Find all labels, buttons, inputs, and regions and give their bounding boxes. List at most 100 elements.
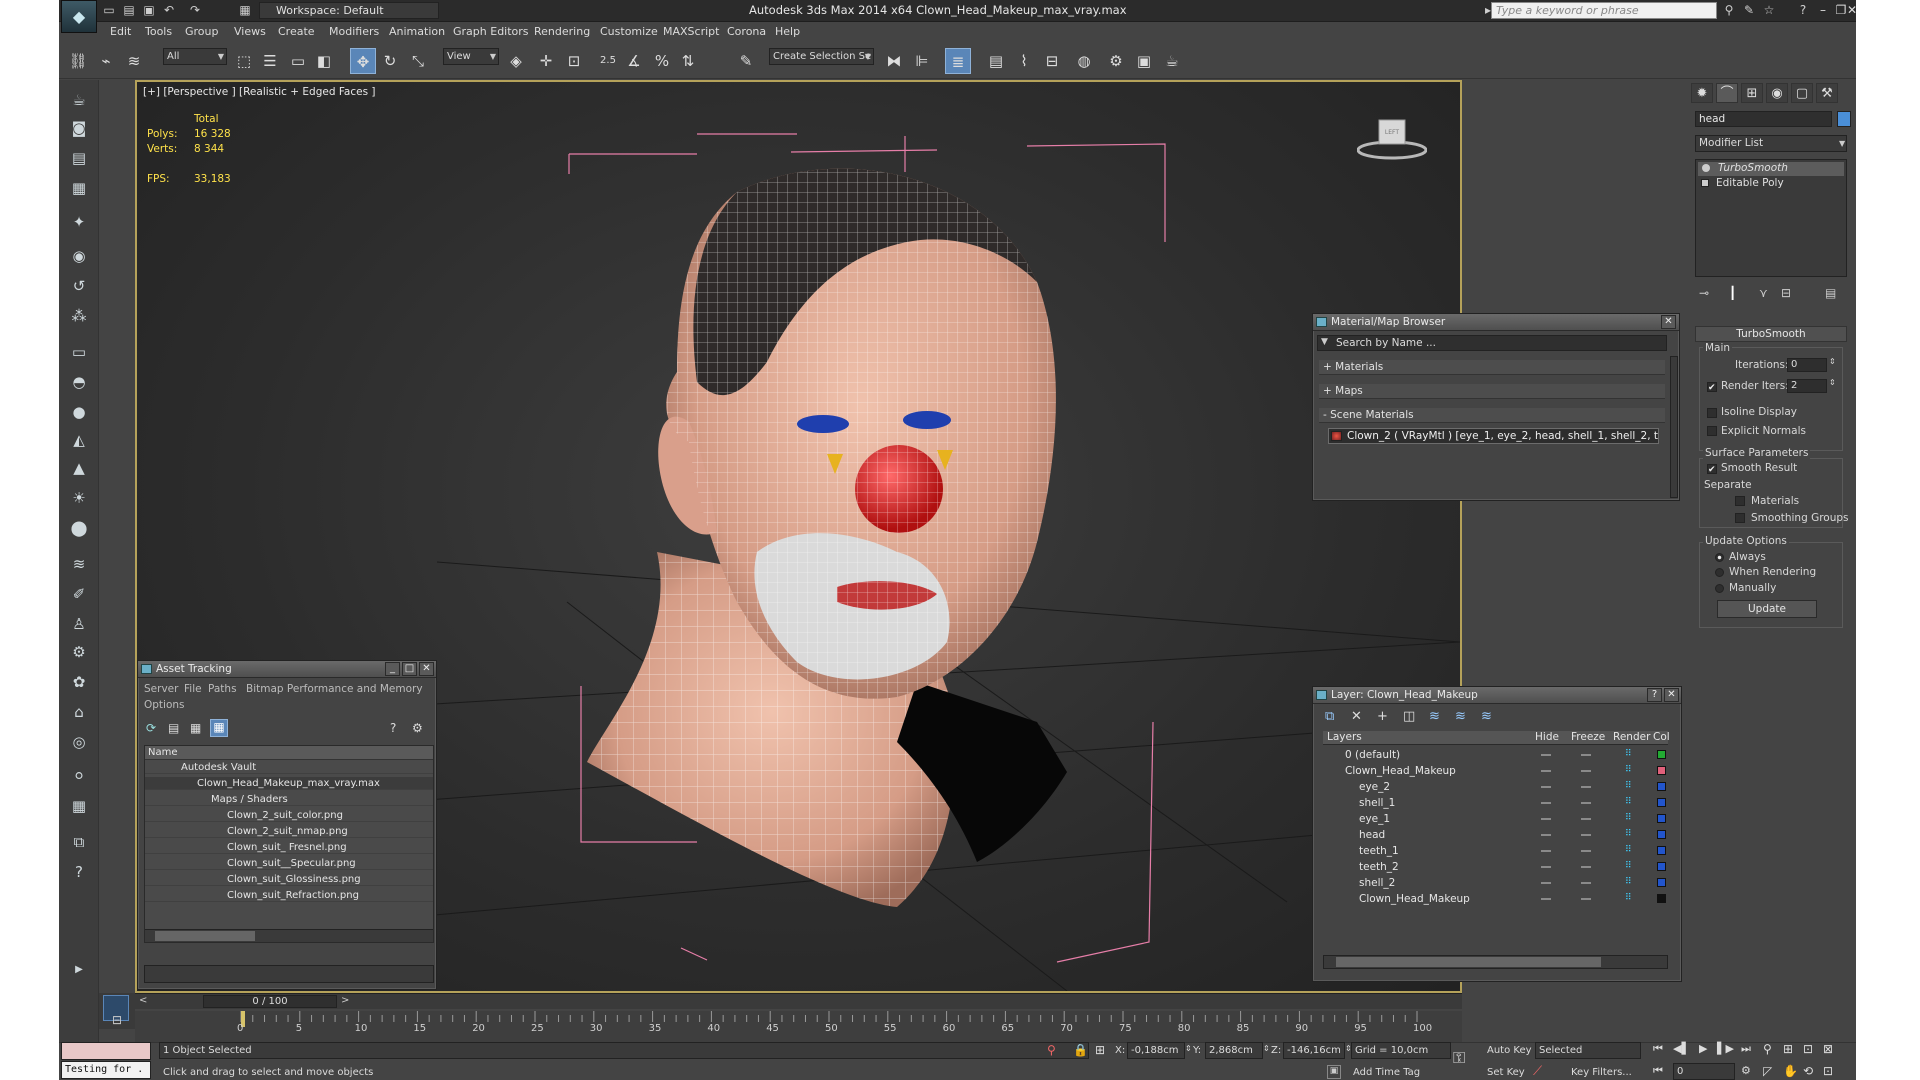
subscription-icon[interactable]: ✎ [1741,3,1757,18]
remove-modifier-icon[interactable]: ⊟ [1781,286,1791,300]
graphite-ribbon-icon[interactable]: ▤ [983,48,1009,74]
previous-frame-icon[interactable]: ◀▌ [1673,1042,1690,1055]
smooth-result-checkbox[interactable] [1707,464,1717,474]
layer-color-swatch[interactable] [1657,798,1666,807]
open-icon[interactable]: ▤ [121,3,137,18]
time-slider[interactable]: < 0 / 100 > [135,993,1462,1009]
mini-curve-editor-icon[interactable]: ⊟ [99,1013,135,1033]
light-icon[interactable]: ✦ [67,210,91,234]
layer-horizontal-scrollbar[interactable] [1323,955,1668,969]
material-browser-scrollbar[interactable] [1670,356,1678,498]
layer-color-swatch[interactable] [1657,846,1666,855]
asset-menu-server[interactable]: Server [144,683,178,695]
object-color-swatch[interactable] [1837,111,1851,127]
layer-row[interactable]: shell_2 ⠿ [1323,875,1668,891]
hemisphere-icon[interactable]: ◓ [67,370,91,394]
material-search-input[interactable]: Search by Name ... [1317,335,1667,351]
goto-start-icon[interactable]: ⏮ [1653,1042,1663,1056]
modifier-stack[interactable]: TurboSmooth Editable Poly [1695,159,1847,277]
viewport-label[interactable]: [+] [Perspective ] [Realistic + Edged Fa… [143,86,375,98]
redo-icon[interactable]: ↷ [187,3,203,18]
layer-render-toggle-icon[interactable]: ⠿ [1625,862,1633,871]
ball-icon[interactable]: ⚪ [67,764,91,788]
explicit-normals-checkbox[interactable] [1707,426,1717,436]
star-icon[interactable]: ☆ [1761,3,1777,18]
layer-close-icon[interactable]: ✕ [1664,688,1679,702]
isoline-display-checkbox[interactable] [1707,408,1717,418]
house-icon[interactable]: ⌂ [67,700,91,724]
layer-row[interactable]: Clown_Head_Makeup ⠿ [1323,891,1668,907]
snaps-toggle-icon[interactable]: 2.5 [595,48,621,74]
track-bar[interactable]: 0 5 10 15 20 25 30 35 40 45 50 55 60 65 70 75 80 85 90 95 10… [135,1011,1462,1042]
layer-color-swatch[interactable] [1657,878,1666,887]
undo-icon[interactable]: ↶ [161,3,177,18]
orbit-icon[interactable]: ⟲ [1803,1064,1813,1078]
key-mode-dropdown[interactable]: Selected [1535,1042,1641,1059]
layer-render-toggle-icon[interactable]: ⠿ [1625,798,1633,807]
layer-row[interactable]: Clown_Head_Makeup ⠿ [1323,763,1668,779]
maxscript-listener-pink[interactable] [61,1042,151,1060]
asset-menu-paths[interactable]: Paths [208,683,237,695]
asset-row-maps-shaders[interactable]: Maps / Shaders [145,793,433,806]
camera-icon[interactable]: ◉ [67,244,91,268]
zoom-extents-all-icon[interactable]: ⊠ [1823,1042,1833,1056]
layer-hide-toggle[interactable] [1541,818,1551,820]
next-frame-icon[interactable]: ▌▶ [1717,1042,1734,1055]
x-coordinate-spinner-icon[interactable]: ⇕ [1185,1044,1192,1053]
y-coordinate-field[interactable]: 2,868cm [1205,1042,1263,1059]
list-view-icon[interactable]: ▤ [168,721,179,735]
particles-icon[interactable]: ⁂ [67,304,91,328]
play-icon[interactable]: ▶ [1699,1042,1707,1055]
plane-icon[interactable]: ▭ [67,340,91,364]
asset-menu-options[interactable]: Options [144,699,185,711]
cookie-icon[interactable]: ◎ [67,730,91,754]
teapot-icon[interactable]: ☕ [67,88,91,112]
delete-layer-icon[interactable]: ✕ [1351,709,1362,724]
window-crossing-icon[interactable]: ◧ [311,48,337,74]
search-input[interactable]: Type a keyword or phrase [1491,2,1717,19]
paint-icon[interactable]: ✐ [67,582,91,606]
disc-icon[interactable]: ⬤ [67,516,91,540]
menu-edit[interactable]: Edit [110,25,131,38]
angle-snap-icon[interactable]: ∡ [621,48,647,74]
table-view-icon[interactable]: ▦ [210,719,228,737]
display-tab-icon[interactable]: ▢ [1791,83,1813,103]
render-iters-spinner[interactable]: 2 [1787,379,1827,393]
lightbulb-icon[interactable] [1702,164,1710,172]
asset-row-texture[interactable]: Clown_suit_Glossiness.png [145,873,433,886]
menu-rendering[interactable]: Rendering [534,25,590,38]
render-iters-checkbox[interactable] [1707,382,1717,392]
layer-explorer-titlebar[interactable]: Layer: Clown_Head_Makeup ? ✕ [1313,687,1681,704]
hide-all-icon[interactable]: ≋ [1455,709,1466,724]
asset-scroll-thumb[interactable] [155,931,255,941]
category-maps[interactable]: + Maps [1319,384,1665,399]
column-color[interactable]: Col [1653,731,1670,744]
auto-key-button[interactable]: Auto Key [1487,1045,1532,1056]
save-icon[interactable]: ▣ [141,3,157,18]
expand-plus-icon[interactable] [1701,179,1709,187]
layer-row[interactable]: head ⠿ [1323,827,1668,843]
layer-row[interactable]: shell_1 ⠿ [1323,795,1668,811]
layer-row[interactable]: eye_1 ⠿ [1323,811,1668,827]
layer-row[interactable]: 0 (default) ⠿ [1323,747,1668,763]
spinner-snap-icon[interactable]: ⇅ [675,48,701,74]
layer-color-swatch[interactable] [1657,782,1666,791]
close-button[interactable]: ✕ [1847,2,1856,19]
new-layer-icon[interactable]: ⧉ [1325,709,1334,724]
add-time-tag-label[interactable]: Add Time Tag [1353,1067,1420,1078]
schematic-view-icon[interactable]: ⊟ [1039,48,1065,74]
bind-spacewarp-icon[interactable]: ≋ [121,48,147,74]
modifier-list-dropdown[interactable]: Modifier List [1695,135,1847,152]
rotate-view-icon[interactable]: ↺ [67,274,91,298]
layer-color-swatch[interactable] [1657,894,1666,903]
document-icon[interactable]: ▤ [67,146,91,170]
time-configuration-icon[interactable]: ⚙ [1741,1064,1751,1077]
pin-stack-icon[interactable]: ⊸ [1699,286,1709,300]
refresh-icon[interactable]: ⟳ [146,721,156,735]
mirror-icon[interactable]: ⧓ [881,48,907,74]
select-by-name-icon[interactable]: ☰ [257,48,283,74]
link-icon[interactable]: ⛓ [65,48,91,74]
layer-color-swatch[interactable] [1657,830,1666,839]
sphere-icon[interactable]: ● [67,400,91,424]
layer-render-toggle-icon[interactable]: ⠿ [1625,782,1633,791]
